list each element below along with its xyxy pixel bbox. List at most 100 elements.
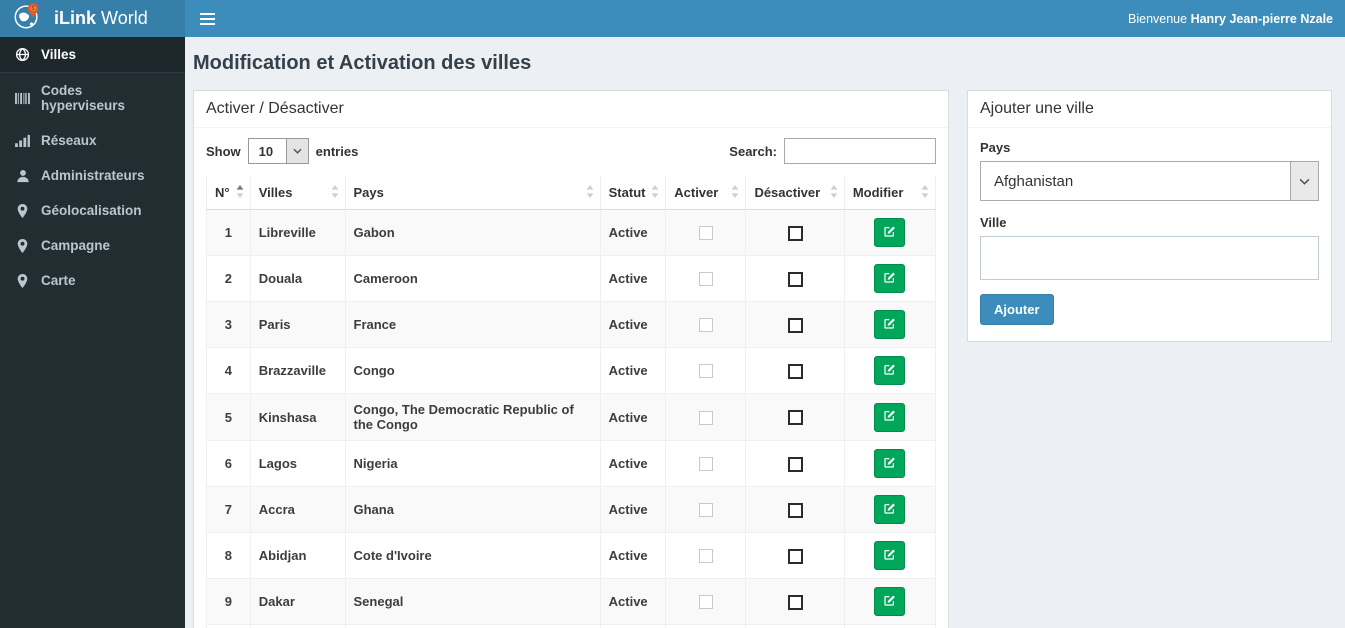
sidebar-item-campagne[interactable]: Campagne bbox=[0, 228, 185, 263]
sidebar: Villes Codes hyperviseurs Réseaux Administr… bbox=[0, 37, 185, 628]
activer-checkbox[interactable] bbox=[698, 549, 713, 564]
table-row: 10BamakoMaliActive bbox=[206, 624, 937, 628]
cell-pays: Nigeria bbox=[344, 440, 601, 487]
cell-num: 4 bbox=[206, 347, 251, 394]
sidebar-item-carte[interactable]: Carte bbox=[0, 263, 185, 298]
column-header-n-[interactable]: N° bbox=[206, 176, 251, 210]
desactiver-checkbox[interactable] bbox=[787, 594, 803, 610]
activer-checkbox[interactable] bbox=[698, 364, 713, 379]
modifier-button[interactable] bbox=[874, 587, 906, 616]
activer-checkbox[interactable] bbox=[698, 457, 713, 472]
column-header-villes[interactable]: Villes bbox=[249, 176, 346, 210]
page-title: Modification et Activation des villes bbox=[193, 52, 532, 74]
sidebar-item-villes[interactable]: Villes bbox=[0, 37, 185, 73]
cell-statut: Active bbox=[599, 393, 667, 441]
search-control: Search: bbox=[729, 138, 936, 164]
column-header-d-sactiver[interactable]: Désactiver bbox=[745, 176, 845, 210]
desactiver-checkbox[interactable] bbox=[787, 363, 803, 379]
cell-pays: Ghana bbox=[344, 486, 601, 533]
desactiver-checkbox[interactable] bbox=[787, 271, 803, 287]
cell-num: 7 bbox=[206, 486, 251, 533]
brand-logo[interactable]: $ iLink World bbox=[0, 0, 185, 37]
user-name: Hanry Jean-pierre Nzale bbox=[1190, 11, 1333, 26]
globe-icon bbox=[15, 47, 30, 62]
page-length-select[interactable]: 10 bbox=[248, 139, 308, 163]
sidebar-item-label: Carte bbox=[41, 273, 76, 288]
cell-ville: Lagos bbox=[249, 440, 346, 487]
activer-checkbox[interactable] bbox=[698, 272, 713, 287]
desactiver-checkbox[interactable] bbox=[787, 548, 803, 564]
column-header-statut[interactable]: Statut bbox=[599, 176, 667, 210]
column-header-pays[interactable]: Pays bbox=[344, 176, 601, 210]
modifier-button[interactable] bbox=[874, 310, 906, 339]
sort-icon bbox=[731, 184, 739, 201]
cell-num: 8 bbox=[206, 532, 251, 579]
desactiver-checkbox[interactable] bbox=[787, 317, 803, 333]
search-input[interactable] bbox=[784, 138, 936, 164]
signal-bars-icon bbox=[15, 134, 30, 147]
activer-checkbox[interactable] bbox=[698, 595, 713, 610]
cell-num: 6 bbox=[206, 440, 251, 487]
pays-label: Pays bbox=[980, 140, 1011, 155]
table-row: 7 Accra Ghana Active bbox=[206, 486, 937, 533]
activer-checkbox[interactable] bbox=[698, 503, 713, 518]
activer-checkbox[interactable] bbox=[698, 318, 713, 333]
pays-select[interactable]: Afghanistan bbox=[981, 162, 1318, 200]
cell-pays: Cameroon bbox=[344, 255, 601, 302]
sidebar-item-r-seaux[interactable]: Réseaux bbox=[0, 123, 185, 158]
cell-ville: Bamako bbox=[249, 624, 346, 628]
activer-checkbox[interactable] bbox=[698, 226, 713, 241]
cell-statut: Active bbox=[599, 347, 667, 394]
modifier-button[interactable] bbox=[874, 356, 906, 385]
edit-icon bbox=[883, 271, 896, 287]
sort-icon bbox=[830, 184, 838, 201]
modifier-button[interactable] bbox=[874, 541, 906, 570]
welcome-message: Bienvenue Hanry Jean-pierre Nzale bbox=[1128, 11, 1333, 26]
show-label: Show bbox=[206, 143, 241, 159]
edit-icon bbox=[883, 502, 896, 518]
desactiver-checkbox[interactable] bbox=[787, 225, 803, 241]
cell-num: 2 bbox=[206, 255, 251, 302]
sidebar-item-codes-hyperviseurs[interactable]: Codes hyperviseurs bbox=[0, 73, 185, 123]
cell-pays: Senegal bbox=[344, 578, 601, 625]
column-label: Statut bbox=[608, 185, 646, 200]
sort-icon bbox=[651, 184, 659, 201]
sidebar-item-administrateurs[interactable]: Administrateurs bbox=[0, 158, 185, 193]
map-marker-icon bbox=[15, 273, 30, 288]
user-icon bbox=[15, 169, 30, 183]
desactiver-checkbox[interactable] bbox=[787, 410, 803, 426]
page-length-control: Show 10 entries bbox=[206, 138, 358, 164]
hamburger-menu-icon[interactable] bbox=[185, 0, 229, 37]
desactiver-checkbox[interactable] bbox=[787, 456, 803, 472]
cell-statut: Active bbox=[599, 624, 667, 628]
modifier-button[interactable] bbox=[874, 495, 906, 524]
ajouter-button[interactable]: Ajouter bbox=[980, 294, 1054, 325]
ville-input[interactable] bbox=[980, 236, 1319, 280]
cell-statut: Active bbox=[599, 440, 667, 487]
modifier-button[interactable] bbox=[874, 218, 906, 247]
modifier-button[interactable] bbox=[874, 449, 906, 478]
desactiver-checkbox[interactable] bbox=[787, 502, 803, 518]
cell-ville: Accra bbox=[249, 486, 346, 533]
sort-icon bbox=[586, 184, 594, 201]
edit-icon bbox=[883, 456, 896, 472]
brand-text: iLink World bbox=[54, 8, 148, 28]
edit-icon bbox=[883, 225, 896, 241]
page-length-select-wrap: 10 bbox=[247, 138, 309, 164]
modifier-button[interactable] bbox=[874, 264, 906, 293]
modifier-button[interactable] bbox=[874, 402, 906, 432]
svg-text:$: $ bbox=[32, 6, 35, 12]
table-row: 5 Kinshasa Congo, The Democratic Republic … bbox=[206, 393, 937, 441]
activer-checkbox[interactable] bbox=[698, 410, 713, 425]
panel-title: Activer / Désactiver bbox=[194, 91, 948, 128]
edit-icon bbox=[883, 409, 896, 425]
cell-pays: Cote d'Ivoire bbox=[344, 532, 601, 579]
navbar: Bienvenue Hanry Jean-pierre Nzale bbox=[185, 0, 1345, 37]
edit-icon bbox=[883, 363, 896, 379]
sidebar-item-label: Géolocalisation bbox=[41, 203, 142, 218]
column-header-activer[interactable]: Activer bbox=[665, 176, 747, 210]
sidebar-item-g-olocalisation[interactable]: Géolocalisation bbox=[0, 193, 185, 228]
cell-statut: Active bbox=[599, 532, 667, 579]
column-header-modifier[interactable]: Modifier bbox=[843, 176, 937, 210]
sidebar-item-label: Codes hyperviseurs bbox=[41, 83, 126, 113]
